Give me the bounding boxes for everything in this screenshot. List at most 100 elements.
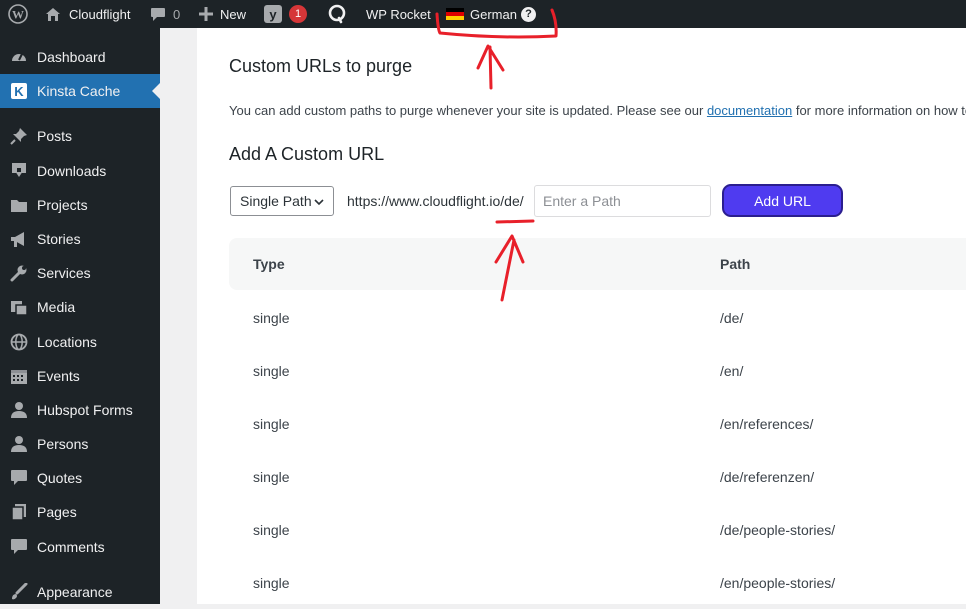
table-row: single /de/: [229, 291, 966, 344]
table-row: single /en/: [229, 344, 966, 397]
yoast-seo-menu[interactable]: y 1: [264, 0, 307, 28]
row-path: /en/references/: [720, 415, 814, 432]
sidebar-item-pages[interactable]: Pages: [0, 495, 160, 529]
table-row: single /en/people-stories/: [229, 556, 966, 604]
german-flag-icon: [446, 8, 464, 20]
site-name-link[interactable]: Cloudflight: [45, 0, 130, 28]
row-type: single: [253, 362, 290, 379]
row-type: single: [253, 309, 290, 326]
sidebar-item-label: Stories: [37, 231, 81, 247]
sidebar-item-label: Quotes: [37, 470, 83, 486]
sidebar-item-label: Services: [37, 265, 91, 281]
sidebar-item-label: Hubspot Forms: [37, 402, 133, 418]
sidebar-item-stories[interactable]: Stories: [0, 222, 160, 256]
row-type: single: [253, 574, 290, 591]
row-path: /de/: [720, 309, 744, 326]
comment-bubble-icon: [150, 7, 166, 22]
sidebar-item-hubspot-forms[interactable]: Hubspot Forms: [0, 393, 160, 427]
row-path: /en/people-stories/: [720, 574, 836, 591]
description-text-end: for more information on how to: [792, 103, 966, 118]
path-type-select[interactable]: Single Path: [230, 186, 334, 216]
svg-text:W: W: [12, 8, 24, 22]
plus-icon: [199, 7, 213, 21]
url-prefix: https://www.cloudflight.io/de/: [347, 193, 524, 209]
table-header: Type Path: [229, 238, 966, 290]
yoast-icon: y: [264, 5, 282, 23]
calendar-icon: [9, 366, 29, 386]
media-icon: [9, 297, 29, 317]
yoast-notification-badge: 1: [289, 5, 307, 23]
table-row: single /de/referenzen/: [229, 450, 966, 503]
section-title: Custom URLs to purge: [229, 56, 413, 76]
sidebar-item-label: Locations: [37, 334, 97, 350]
admin-sidebar: Dashboard K Kinsta Cache Posts Downloads…: [0, 28, 160, 604]
folder-icon: [9, 195, 29, 215]
sidebar-item-projects[interactable]: Projects: [0, 188, 160, 222]
brush-icon: [9, 582, 29, 602]
user-icon: [9, 434, 29, 454]
sidebar-item-locations[interactable]: Locations: [0, 325, 160, 359]
sidebar-item-services[interactable]: Services: [0, 256, 160, 290]
path-type-value: Single Path: [240, 193, 312, 209]
query-monitor-icon[interactable]: [327, 0, 347, 28]
comment-icon: [9, 468, 29, 488]
comments-link[interactable]: 0: [150, 0, 180, 28]
wp-rocket-label: WP Rocket: [366, 6, 431, 22]
language-switcher[interactable]: German ?: [446, 0, 536, 28]
row-type: single: [253, 468, 290, 485]
chevron-down-icon: [313, 195, 325, 211]
sidebar-item-label: Events: [37, 368, 80, 384]
row-path: /de/referenzen/: [720, 468, 815, 485]
table-row: single /en/references/: [229, 397, 966, 450]
description-text: You can add custom paths to purge whenev…: [229, 103, 707, 118]
row-type: single: [253, 521, 290, 538]
sidebar-item-media[interactable]: Media: [0, 290, 160, 324]
user-icon: [9, 400, 29, 420]
add-custom-url-title: Add A Custom URL: [229, 144, 385, 164]
sidebar-item-label: Media: [37, 299, 76, 315]
add-url-button[interactable]: Add URL: [722, 184, 843, 217]
row-path: /en/: [720, 362, 744, 379]
sidebar-item-dashboard[interactable]: Dashboard: [0, 40, 160, 74]
sidebar-item-label: Dashboard: [37, 49, 106, 65]
sidebar-item-label: Comments: [37, 539, 105, 555]
megaphone-icon: [9, 229, 29, 249]
content-gutter: [160, 28, 197, 604]
home-icon: [45, 7, 61, 22]
sidebar-item-label: Projects: [37, 197, 88, 213]
sidebar-item-label: Persons: [37, 436, 89, 452]
kinsta-cache-panel: Custom URLs to purge You can add custom …: [197, 28, 966, 604]
sidebar-item-kinsta-cache[interactable]: K Kinsta Cache: [0, 74, 160, 108]
wp-rocket-menu[interactable]: WP Rocket: [366, 0, 431, 28]
globe-icon: [9, 332, 29, 352]
admin-bar: W Cloudflight 0 New y 1 WP Rocket German: [0, 0, 966, 28]
table-row: single /de/people-stories/: [229, 503, 966, 556]
comments-count: 0: [173, 6, 181, 22]
sidebar-item-events[interactable]: Events: [0, 359, 160, 393]
sidebar-item-label: Posts: [37, 128, 73, 144]
site-name: Cloudflight: [69, 6, 131, 22]
svg-text:y: y: [269, 7, 277, 22]
sidebar-item-label: Kinsta Cache: [37, 83, 121, 99]
sidebar-item-posts[interactable]: Posts: [0, 119, 160, 153]
sidebar-item-label: Pages: [37, 504, 77, 520]
sidebar-item-label: Appearance: [37, 584, 113, 600]
wordpress-logo-icon[interactable]: W: [8, 0, 28, 28]
new-content-link[interactable]: New: [199, 0, 246, 28]
download-icon: [9, 161, 29, 181]
row-type: single: [253, 415, 290, 432]
sidebar-item-comments[interactable]: Comments: [0, 530, 160, 564]
sidebar-item-quotes[interactable]: Quotes: [0, 461, 160, 495]
kinsta-icon: K: [9, 81, 29, 101]
pin-icon: [9, 126, 29, 146]
sidebar-item-persons[interactable]: Persons: [0, 427, 160, 461]
column-header-type: Type: [253, 256, 285, 272]
section-description: You can add custom paths to purge whenev…: [229, 103, 966, 118]
documentation-link[interactable]: documentation: [707, 103, 792, 118]
help-icon[interactable]: ?: [520, 6, 536, 22]
sidebar-item-downloads[interactable]: Downloads: [0, 154, 160, 188]
comment-icon: [9, 537, 29, 557]
new-label: New: [220, 6, 247, 22]
path-input[interactable]: Enter a Path: [534, 185, 711, 217]
sidebar-item-label: Downloads: [37, 163, 107, 179]
